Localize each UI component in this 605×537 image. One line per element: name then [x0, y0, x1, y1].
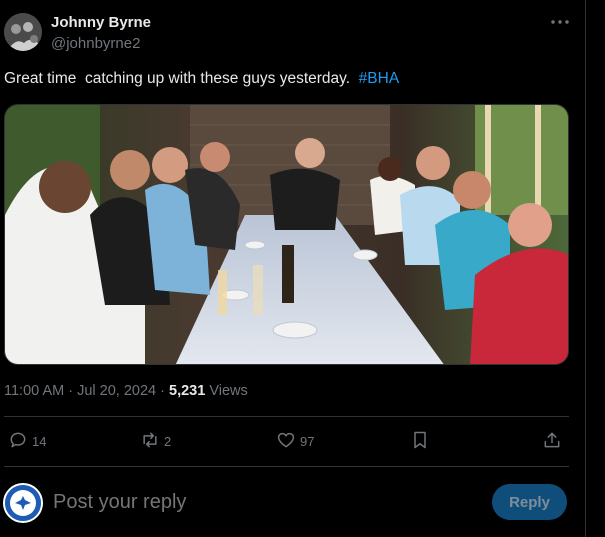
like-action[interactable]: 97	[276, 428, 314, 454]
repost-action[interactable]: 2	[140, 428, 171, 454]
views-label: Views	[205, 383, 248, 399]
author-name[interactable]: Johnny Byrne	[51, 14, 151, 31]
like-count: 97	[300, 433, 315, 449]
reply-count: 14	[32, 433, 47, 449]
hashtag-link[interactable]: #BHA	[359, 70, 400, 87]
reply-input[interactable]	[53, 491, 453, 514]
more-icon[interactable]	[548, 12, 572, 32]
like-icon[interactable]	[276, 430, 296, 453]
reply-button[interactable]: Reply	[492, 484, 567, 520]
reply-icon[interactable]	[8, 430, 28, 453]
bookmark-action[interactable]	[410, 428, 430, 454]
divider	[4, 466, 569, 467]
tweet-body: Great time catching up with these guys y…	[4, 70, 359, 87]
divider	[4, 416, 569, 417]
author-avatar[interactable]	[4, 13, 42, 51]
tweet-photo[interactable]	[4, 104, 569, 365]
meta-separator: ·	[64, 383, 78, 399]
tweet-detail: Johnny Byrne @johnbyrne2 Great time catc…	[0, 0, 585, 537]
meta-separator: ·	[156, 383, 169, 399]
views-count: 5,231	[169, 383, 206, 399]
tweet-date[interactable]: Jul 20, 2024	[77, 383, 156, 399]
user-avatar[interactable]	[3, 483, 43, 523]
repost-count: 2	[164, 433, 172, 449]
bookmark-icon[interactable]	[410, 430, 430, 453]
author-handle[interactable]: @johnbyrne2	[51, 35, 140, 52]
tweet-text: Great time catching up with these guys y…	[4, 70, 399, 88]
tweet-time[interactable]: 11:00 AM	[4, 383, 64, 399]
column-border	[585, 0, 586, 537]
repost-icon[interactable]	[140, 430, 160, 453]
action-bar: 14 2 97	[4, 428, 569, 454]
tweet-meta: 11:00 AM · Jul 20, 2024 · 5,231 Views	[4, 383, 248, 399]
reply-action[interactable]: 14	[8, 428, 46, 454]
reply-composer: Reply	[0, 478, 585, 530]
share-icon[interactable]	[542, 430, 562, 453]
share-action[interactable]	[542, 428, 562, 454]
